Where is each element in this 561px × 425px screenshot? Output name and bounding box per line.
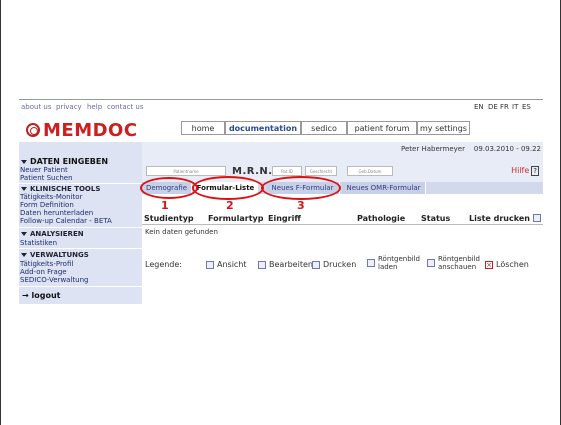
arrow-right-icon: → — [22, 291, 32, 300]
logo-text: MEMDOC — [43, 119, 138, 141]
nav-sedico[interactable]: sedico — [301, 121, 347, 135]
top-links-bar: about us privacy help contact us EN DE F… — [21, 103, 531, 111]
view-icon — [206, 260, 214, 269]
col-header-studientyp: Studientyp — [144, 214, 194, 223]
sidebar-item-follow-up[interactable]: Follow-up Calendar - BETA — [20, 217, 112, 225]
legend-ansicht: Ansicht — [206, 260, 247, 269]
sidebar-divider — [19, 227, 142, 228]
upload-icon — [367, 259, 375, 267]
about-us-link[interactable]: about us — [21, 103, 52, 111]
sidebar-head-verwaltung: VERWALTUNGS — [21, 251, 144, 259]
col-header-pathologie: Pathologie — [357, 214, 406, 223]
patid-field[interactable]: Pat.ID — [272, 166, 302, 176]
annotation-ellipse-1 — [140, 177, 198, 199]
hilfe-link[interactable]: Hilfe? — [511, 166, 539, 176]
header-divider — [19, 99, 543, 100]
sidebar-head-analysieren: ANALYSIEREN — [21, 230, 144, 238]
patient-search-row: Patientname M.R.N.: Pat.ID Geschlecht Ge… — [142, 166, 543, 180]
help-link[interactable]: help — [87, 103, 102, 111]
nav-documentation[interactable]: documentation — [225, 121, 301, 135]
sidebar-item-taetigkeits-profil[interactable]: Tätigkeits-Profil — [20, 260, 73, 268]
annotation-number-3: 3 — [297, 199, 305, 212]
sidebar-item-neuer-patient[interactable]: Neuer Patient — [20, 166, 68, 174]
contact-us-link[interactable]: contact us — [107, 103, 144, 111]
user-info: Peter Habermeyer 09.03.2010 - 09.22 — [142, 145, 541, 153]
legend-bearbeiten: Bearbeiten — [258, 260, 313, 269]
sidebar-divider — [19, 286, 142, 287]
legend-drucken: Drucken — [312, 260, 356, 269]
privacy-link[interactable]: privacy — [56, 103, 82, 111]
sidebar-item-patient-suchen[interactable]: Patient Suchen — [20, 174, 73, 182]
session-date: 09.03.2010 - 09.22 — [473, 145, 541, 153]
collapse-icon — [21, 159, 27, 164]
sidebar-item-form-definition[interactable]: Form Definition — [20, 201, 74, 209]
liste-drucken-button[interactable]: Liste drucken — [469, 214, 544, 223]
collapse-icon — [21, 253, 27, 257]
collapse-icon — [21, 232, 27, 236]
patientname-field[interactable]: Patientname — [146, 166, 226, 176]
sidebar-item-taetigkeits-monitor[interactable]: Tätigkeits-Monitor — [20, 193, 82, 201]
sidebar-head-tools: KLINISCHE TOOLS — [21, 185, 144, 193]
user-name: Peter Habermeyer — [401, 145, 465, 153]
image-icon — [427, 259, 435, 267]
mrn-label: M.R.N.: — [232, 166, 278, 177]
legend-label: Legende: — [145, 260, 183, 269]
gebdatum-field[interactable]: Geb.Datum — [347, 166, 393, 176]
sidebar-head-daten: DATEN EINGEBEN — [21, 157, 144, 166]
sidebar-item-add-on-frage[interactable]: Add-on Frage — [20, 268, 67, 276]
tab-neues-omr-formular[interactable]: Neues OMR-Formular — [342, 182, 426, 194]
sidebar-item-statistiken[interactable]: Statistiken — [20, 239, 57, 247]
memdoc-logo[interactable]: MEMDOC — [26, 119, 138, 141]
delete-icon: × — [485, 260, 493, 269]
annotation-ellipse-3 — [261, 176, 341, 200]
annotation-number-2: 2 — [226, 199, 234, 212]
help-icon[interactable]: ? — [531, 166, 539, 176]
legend-loeschen: × Löschen — [485, 260, 529, 269]
logout-link[interactable]: → logout — [22, 291, 145, 300]
print-icon — [312, 260, 320, 269]
nav-patient-forum[interactable]: patient forum — [347, 121, 417, 135]
col-header-eingriff: Eingriff — [268, 214, 301, 223]
nav-home[interactable]: home — [181, 121, 225, 135]
annotation-ellipse-2 — [192, 176, 264, 200]
sidebar-item-daten-herunterladen[interactable]: Daten herunterladen — [20, 209, 93, 217]
edit-icon — [258, 260, 266, 269]
collapse-icon — [21, 187, 27, 191]
sidebar-divider — [19, 183, 142, 184]
print-icon[interactable] — [532, 214, 541, 222]
sidebar-item-sedico-verwaltung[interactable]: SEDICO-Verwaltung — [20, 276, 88, 284]
nav-my-settings[interactable]: my settings — [417, 121, 470, 135]
sidebar-divider — [19, 248, 142, 249]
col-header-formulartyp: Formulartyp — [208, 214, 264, 223]
empty-message: Kein daten gefunden — [145, 228, 218, 236]
col-header-status: Status — [421, 214, 451, 223]
table-header-divider — [142, 224, 543, 225]
geschlecht-field[interactable]: Geschlecht — [305, 166, 337, 176]
legend-roentgen-laden: Röntgenbild laden — [367, 255, 420, 271]
logo-icon — [26, 123, 40, 137]
formular-table — [142, 194, 543, 304]
legend-roentgen-anschauen: Röntgenbild anschauen — [427, 255, 480, 271]
annotation-number-1: 1 — [161, 199, 169, 212]
